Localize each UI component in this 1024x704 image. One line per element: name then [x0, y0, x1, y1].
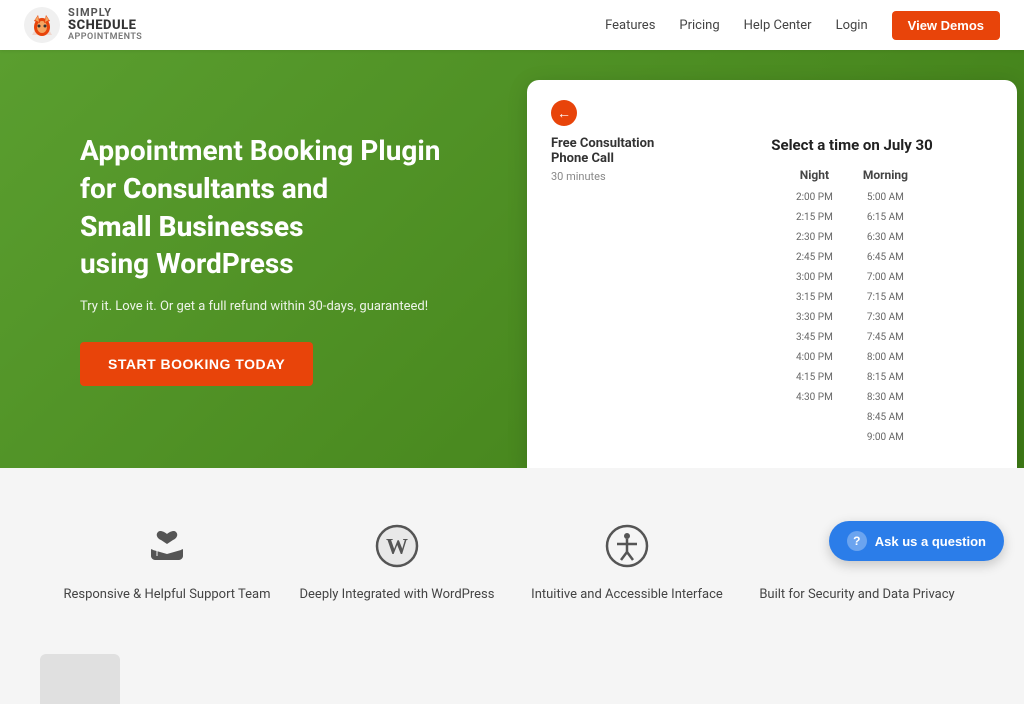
feature-wordpress-label: Deeply Integrated with WordPress: [300, 586, 495, 604]
night-slot-8[interactable]: 3:45 PM: [796, 328, 833, 348]
feature-wordpress: W Deeply Integrated with WordPress: [292, 518, 502, 604]
bottom-partial: [0, 644, 1024, 704]
logo-text: SIMPLY SCHEDULE APPOINTMENTS: [68, 7, 142, 43]
morning-slot-8[interactable]: 7:45 AM: [867, 328, 904, 348]
night-header: Night: [800, 168, 829, 182]
feature-support: Responsive & Helpful Support Team: [62, 518, 272, 604]
nav-help-center[interactable]: Help Center: [744, 18, 812, 33]
view-demos-button[interactable]: View Demos: [892, 11, 1000, 40]
hero-title: Appointment Booking Plugin for Consultan…: [80, 132, 470, 283]
morning-slot-9[interactable]: 8:00 AM: [867, 348, 904, 368]
time-columns: Night 2:00 PM 2:15 PM 2:30 PM 2:45 PM 3:…: [711, 168, 993, 448]
night-slot-3[interactable]: 2:30 PM: [796, 228, 833, 248]
bottom-card-preview: [40, 654, 120, 704]
main-nav: Features Pricing Help Center Login View …: [605, 11, 1000, 40]
back-arrow-icon: ←: [557, 105, 571, 122]
night-column: Night 2:00 PM 2:15 PM 2:30 PM 2:45 PM 3:…: [796, 168, 833, 448]
morning-slot-1[interactable]: 5:00 AM: [867, 188, 904, 208]
night-slot-2[interactable]: 2:15 PM: [796, 208, 833, 228]
heart-hands-icon: [139, 518, 195, 574]
morning-slot-6[interactable]: 7:15 AM: [867, 288, 904, 308]
widget-back-button[interactable]: ←: [551, 100, 577, 126]
night-slot-10[interactable]: 4:15 PM: [796, 368, 833, 388]
site-header: SIMPLY SCHEDULE APPOINTMENTS Features Pr…: [0, 0, 1024, 50]
morning-slot-10[interactable]: 8:15 AM: [867, 368, 904, 388]
morning-slot-2[interactable]: 6:15 AM: [867, 208, 904, 228]
nav-pricing[interactable]: Pricing: [679, 18, 719, 33]
hero-section: Appointment Booking Plugin for Consultan…: [0, 50, 1024, 468]
start-booking-button[interactable]: START BOOKING TODAY: [80, 342, 313, 386]
widget-time-picker: Select a time on July 30 Night 2:00 PM 2…: [711, 136, 993, 448]
booking-widget-card: ← Free Consultation Phone Call 30 minute…: [527, 80, 1017, 468]
night-slot-5[interactable]: 3:00 PM: [796, 268, 833, 288]
features-grid: Responsive & Helpful Support Team W Deep…: [62, 518, 962, 604]
widget-inner: Free Consultation Phone Call 30 minutes …: [551, 136, 993, 448]
night-slot-7[interactable]: 3:30 PM: [796, 308, 833, 328]
service-duration: 30 minutes: [551, 170, 691, 183]
feature-accessible-label: Intuitive and Accessible Interface: [531, 586, 723, 604]
widget-service-info: Free Consultation Phone Call 30 minutes: [551, 136, 691, 448]
morning-slot-5[interactable]: 7:00 AM: [867, 268, 904, 288]
ask-button-label: Ask us a question: [875, 534, 986, 549]
morning-slot-4[interactable]: 6:45 AM: [867, 248, 904, 268]
question-mark-icon: ?: [847, 531, 867, 551]
night-slot-1[interactable]: 2:00 PM: [796, 188, 833, 208]
logo-schedule: SCHEDULE: [68, 19, 142, 33]
night-slot-9[interactable]: 4:00 PM: [796, 348, 833, 368]
nav-login[interactable]: Login: [836, 18, 868, 33]
select-time-label: Select a time on July 30: [711, 136, 993, 154]
morning-slot-3[interactable]: 6:30 AM: [867, 228, 904, 248]
nav-features[interactable]: Features: [605, 18, 655, 33]
logo-appointments: APPOINTMENTS: [68, 33, 142, 43]
feature-security-label: Built for Security and Data Privacy: [759, 586, 954, 604]
accessibility-icon: [599, 518, 655, 574]
night-slot-4[interactable]: 2:45 PM: [796, 248, 833, 268]
morning-header: Morning: [863, 168, 908, 182]
booking-widget-area: ← Free Consultation Phone Call 30 minute…: [520, 50, 1024, 468]
service-name: Free Consultation Phone Call: [551, 136, 691, 166]
night-slot-6[interactable]: 3:15 PM: [796, 288, 833, 308]
morning-column: Morning 5:00 AM 6:15 AM 6:30 AM 6:45 AM …: [863, 168, 908, 448]
ask-question-button[interactable]: ? Ask us a question: [829, 521, 1004, 561]
morning-slot-11[interactable]: 8:30 AM: [867, 388, 904, 408]
morning-slot-13[interactable]: 9:00 AM: [867, 428, 904, 448]
feature-accessible: Intuitive and Accessible Interface: [522, 518, 732, 604]
logo: SIMPLY SCHEDULE APPOINTMENTS: [24, 7, 142, 43]
morning-slot-12[interactable]: 8:45 AM: [867, 408, 904, 428]
feature-support-label: Responsive & Helpful Support Team: [63, 586, 270, 604]
logo-icon: [24, 7, 60, 43]
hero-subtitle: Try it. Love it. Or get a full refund wi…: [80, 299, 470, 314]
wordpress-icon: W: [369, 518, 425, 574]
hero-content: Appointment Booking Plugin for Consultan…: [0, 50, 520, 468]
night-slot-11[interactable]: 4:30 PM: [796, 388, 833, 408]
morning-slot-7[interactable]: 7:30 AM: [867, 308, 904, 328]
svg-text:W: W: [386, 533, 408, 558]
